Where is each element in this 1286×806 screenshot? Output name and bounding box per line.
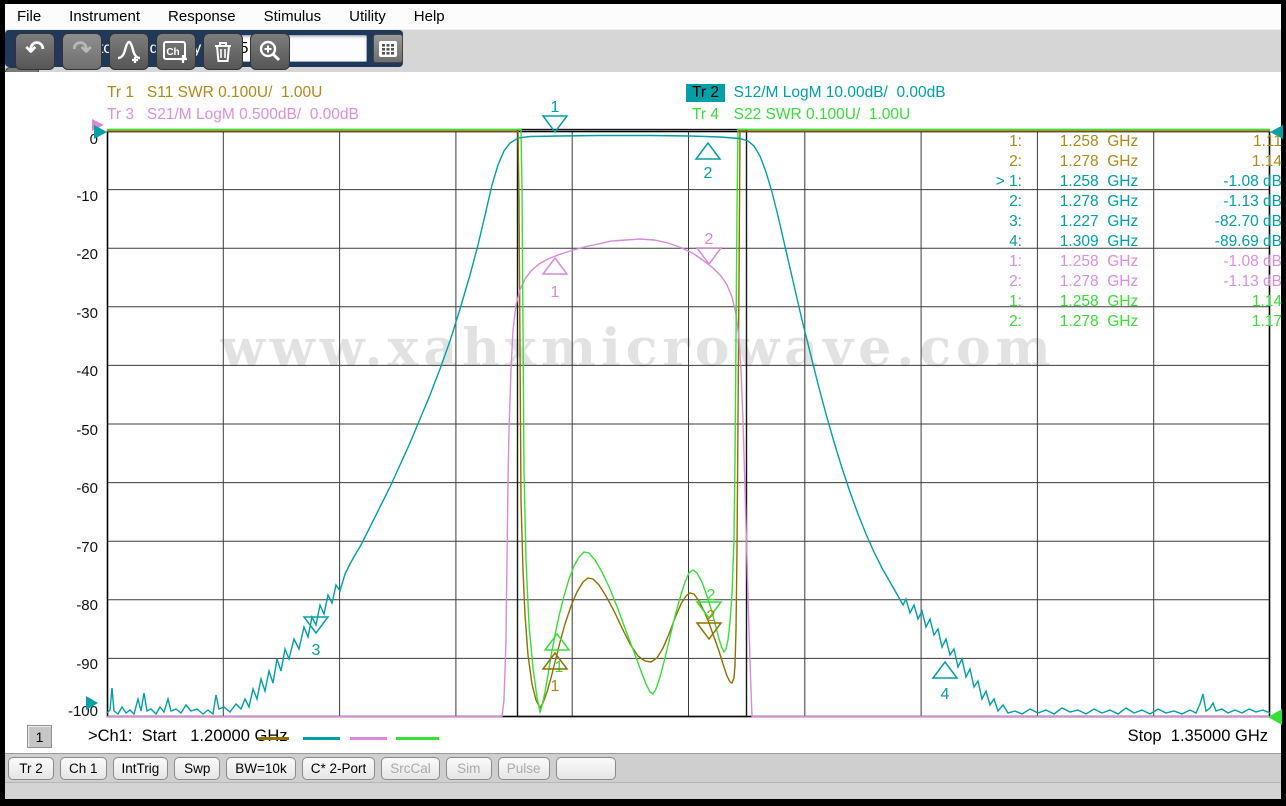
marker-label: 2	[704, 165, 713, 182]
marker-labels-tr4: 1 2	[555, 587, 716, 676]
marker-row: 1:1.258 GHz-1.08 dB	[962, 253, 1282, 273]
plot-area: 1 2 3 4 1 2 1 2 1 2	[0, 0, 1286, 806]
marker-row: 4:1.309 GHz-89.69 dB	[962, 233, 1282, 253]
marker-1-tr4[interactable]	[545, 634, 569, 650]
marker-label: 4	[941, 686, 950, 703]
marker-group-tr4	[545, 602, 721, 650]
marker-group-tr2	[304, 116, 957, 678]
marker-2-tr3[interactable]	[697, 248, 721, 264]
stop-frequency-axis-label: Stop 1.35000 GHz	[968, 727, 1268, 746]
marker-row: 3:1.227 GHz-82.70 dB	[962, 213, 1282, 233]
trace-swatch-tr1	[258, 737, 289, 740]
status-button-inttrig[interactable]: IntTrig	[113, 757, 169, 780]
marker-row: 1:1.258 GHz1.11	[962, 133, 1282, 153]
marker-row: 1:1.258 GHz1.14	[962, 293, 1282, 313]
status-button-srccal[interactable]: SrcCal	[381, 757, 440, 780]
marker-label: 3	[312, 642, 321, 659]
marker-label: 2	[707, 608, 716, 625]
channel-indicator[interactable]: 1	[27, 725, 52, 748]
status-button-empty	[556, 757, 616, 780]
marker-label: 1	[551, 284, 560, 301]
vna-application-window: File Instrument Response Stimulus Utilit…	[0, 0, 1286, 806]
marker-row: 2:1.278 GHz-1.13 dB	[962, 273, 1282, 293]
trace-swatch-tr2	[303, 737, 340, 740]
status-button-pulse[interactable]: Pulse	[498, 757, 550, 780]
marker-label: 2	[705, 231, 714, 248]
marker-readout-table: 1:1.258 GHz1.11 2:1.278 GHz1.14 > 1:1.25…	[962, 133, 1282, 333]
marker-edge-arrow-left	[86, 696, 98, 710]
status-button-cal-2port[interactable]: C* 2-Port	[302, 757, 376, 780]
limit-line-box	[518, 130, 747, 717]
status-bar-lower-strip	[5, 782, 1281, 799]
trace-swatch-tr4	[396, 737, 439, 740]
status-button-swp[interactable]: Swp	[174, 757, 220, 780]
marker-row: 2:1.278 GHz1.17	[962, 313, 1282, 333]
marker-row: 2:1.278 GHz-1.13 dB	[962, 193, 1282, 213]
marker-group-tr3	[543, 248, 721, 274]
marker-label: 1	[551, 678, 560, 695]
marker-label: 1	[551, 99, 560, 116]
marker-labels-tr3: 1 2	[551, 231, 714, 301]
marker-labels-tr1: 1 2	[551, 608, 716, 695]
marker-row: 2:1.278 GHz1.14	[962, 153, 1282, 173]
marker-2-tr2[interactable]	[696, 143, 720, 159]
status-bar: Tr 2 Ch 1 IntTrig Swp BW=10k C* 2-Port S…	[5, 753, 1281, 782]
status-button-bw[interactable]: BW=10k	[226, 757, 295, 780]
marker-row: > 1:1.258 GHz-1.08 dB	[962, 173, 1282, 193]
status-button-tr2[interactable]: Tr 2	[8, 757, 54, 780]
trace-swatch-tr3	[350, 737, 387, 740]
ref-arrow-tr2-left	[94, 125, 107, 139]
status-button-sim[interactable]: Sim	[446, 757, 492, 780]
marker-4-tr2[interactable]	[933, 662, 957, 678]
marker-label: 2	[707, 587, 716, 604]
status-button-ch1[interactable]: Ch 1	[60, 757, 107, 780]
